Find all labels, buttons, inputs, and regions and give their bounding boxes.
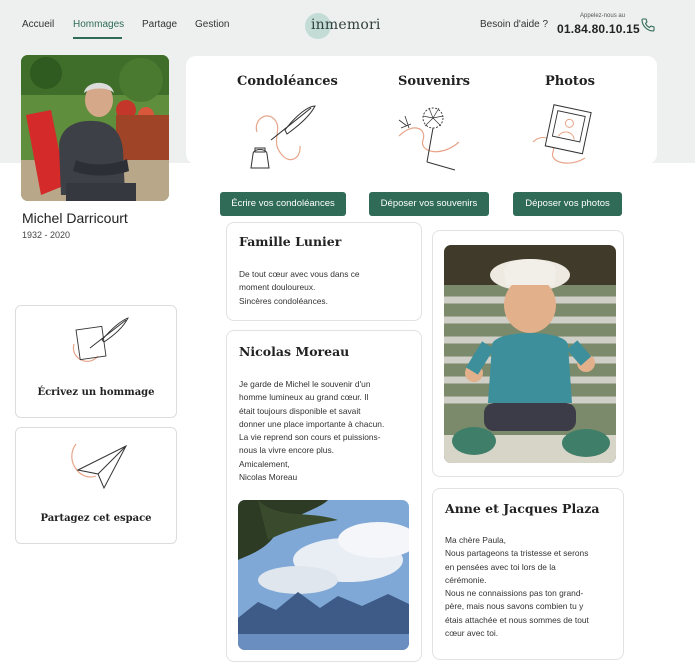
polaroid-icon (532, 104, 592, 164)
nav-active-indicator (73, 37, 122, 39)
dandelion-icon (398, 107, 460, 171)
photos-title: Photos (545, 74, 595, 89)
photo-post-card (432, 230, 624, 477)
profile-photo (21, 55, 169, 201)
nav-partage[interactable]: Partage (142, 19, 177, 30)
quill-ink-icon (250, 105, 316, 169)
post-card: Anne et Jacques Plaza Ma chère Paula, No… (432, 488, 624, 660)
top-nav: Accueil Hommages Partage Gestion inmemor… (0, 0, 695, 48)
post-card: Nicolas Moreau Je garde de Michel le sou… (226, 330, 422, 662)
post-message: Ma chère Paula, Nous partageons ta trist… (445, 535, 589, 639)
post-author: Nicolas Moreau (239, 344, 350, 359)
brand-name: inmemori (311, 17, 381, 33)
write-homage-card[interactable]: Écrivez un hommage (15, 305, 177, 418)
drop-memories-button[interactable]: Déposer vos souvenirs (369, 192, 489, 216)
souvenirs-title: Souvenirs (398, 74, 470, 89)
call-label: Appelez-nous au (580, 13, 626, 19)
phone-number[interactable]: 01.84.80.10.15 (557, 22, 640, 36)
baby-photo (444, 245, 616, 463)
write-condoleances-button[interactable]: Écrire vos condoléances (220, 192, 346, 216)
share-space-label: Partagez cet espace (40, 513, 152, 524)
condoleances-title: Condoléances (237, 74, 338, 89)
paper-plane-icon (71, 443, 128, 490)
post-message: De tout cœur avec vous dans ce moment do… (239, 269, 360, 306)
post-card: Famille Lunier De tout cœur avec vous da… (226, 222, 422, 321)
post-author: Anne et Jacques Plaza (445, 501, 600, 516)
profile-dates: 1932 - 2020 (22, 230, 71, 240)
help-link[interactable]: Besoin d'aide ? (480, 19, 548, 30)
share-space-card[interactable]: Partagez cet espace (15, 427, 177, 544)
drop-photos-button[interactable]: Déposer vos photos (513, 192, 622, 216)
nav-accueil[interactable]: Accueil (22, 19, 54, 30)
lake-photo (238, 500, 409, 650)
write-homage-label: Écrivez un hommage (37, 387, 155, 398)
nav-hommages[interactable]: Hommages (73, 19, 124, 30)
brand-logo[interactable]: inmemori (305, 13, 385, 39)
post-message: Je garde de Michel le souvenir d'un homm… (239, 379, 385, 483)
paper-quill-icon (72, 317, 129, 362)
phone-icon[interactable] (640, 17, 656, 33)
nav-gestion[interactable]: Gestion (195, 19, 229, 30)
profile-name: Michel Darricourt (22, 210, 128, 226)
post-author: Famille Lunier (239, 234, 342, 249)
